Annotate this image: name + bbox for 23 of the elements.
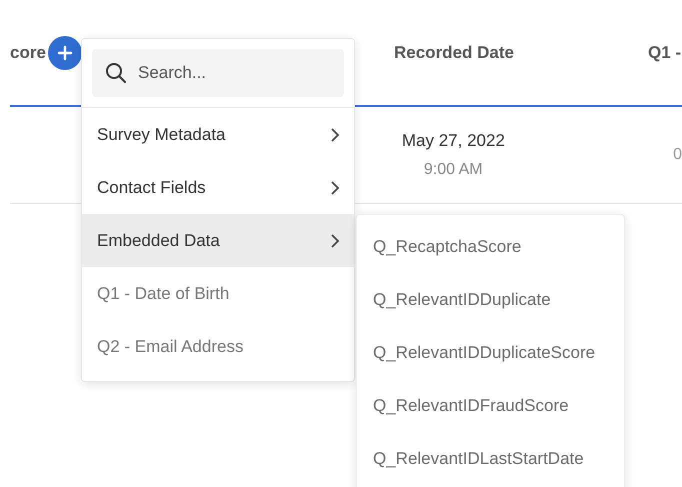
menu-item[interactable]: Contact Fields bbox=[82, 161, 354, 214]
chevron-right-icon bbox=[330, 232, 340, 248]
search-icon bbox=[104, 61, 128, 85]
submenu-item[interactable]: Q_RelevantIDLastStartDate bbox=[357, 432, 624, 485]
plus-icon bbox=[56, 44, 73, 60]
menu-item[interactable]: Survey Metadata bbox=[82, 108, 354, 161]
submenu-item[interactable]: Q_RelevantIDDuplicateScore bbox=[357, 326, 624, 379]
menu-item[interactable]: Embedded Data bbox=[82, 214, 354, 267]
chevron-right-icon bbox=[330, 180, 340, 196]
time-text: 9:00 AM bbox=[424, 160, 483, 180]
chevron-right-icon bbox=[330, 126, 340, 142]
column-header: Q1 - bbox=[648, 42, 682, 64]
date-text: May 27, 2022 bbox=[402, 130, 505, 152]
add-column-button[interactable] bbox=[48, 36, 82, 70]
search-field[interactable]: Search... bbox=[92, 49, 344, 97]
submenu-item[interactable]: Q_RecaptchaScore bbox=[357, 220, 624, 273]
menu-item[interactable]: Q1 - Date of Birth bbox=[82, 267, 354, 320]
column-header: Recorded Date bbox=[394, 42, 515, 64]
menu-item[interactable]: Q2 - Email Address bbox=[82, 320, 354, 373]
submenu-item[interactable]: Q_RelevantIDFraudScore bbox=[357, 379, 624, 432]
submenu-item[interactable]: Q_RelevantIDDuplicate bbox=[357, 273, 624, 326]
column-header: core bbox=[10, 42, 46, 64]
table-cell-text: 0 bbox=[673, 145, 682, 165]
